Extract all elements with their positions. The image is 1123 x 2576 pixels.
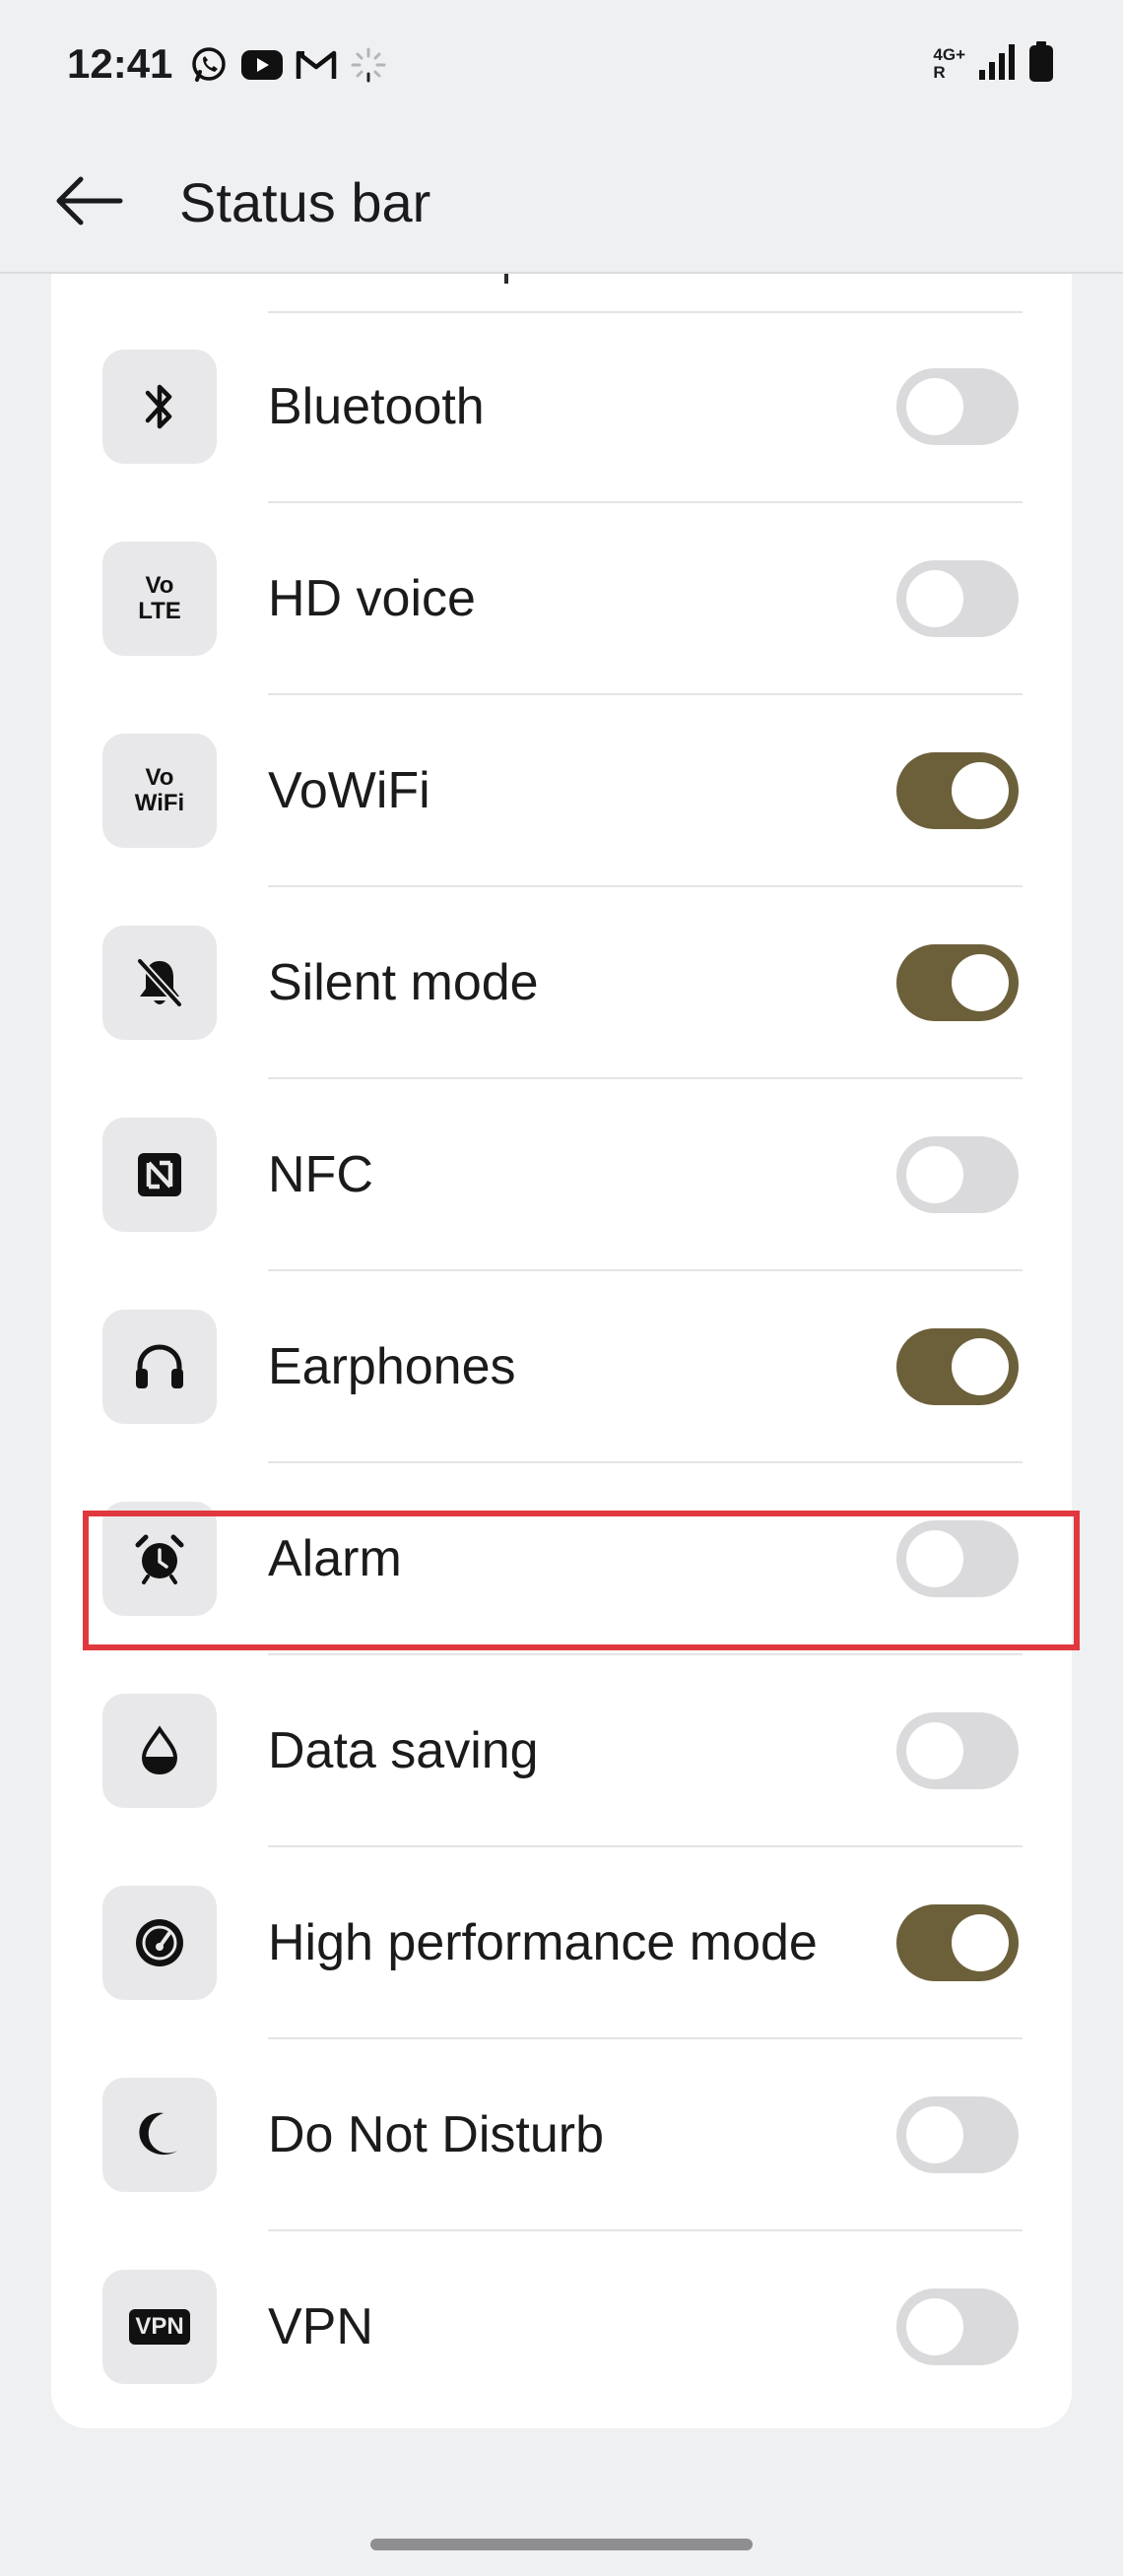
setting-label: Do Not Disturb <box>268 2106 604 2163</box>
system-icons: 4G+ R <box>933 39 1054 89</box>
setting-label: HD voice <box>268 570 476 627</box>
setting-label: NFC <box>268 1146 373 1203</box>
gmail-icon <box>296 48 337 82</box>
whatsapp-icon <box>189 45 229 85</box>
toggle-knob <box>952 1338 1009 1395</box>
toggle-knob <box>952 954 1009 1011</box>
toggle-knob <box>906 1146 963 1203</box>
toggle-knob <box>906 1530 963 1587</box>
bluetooth-toggle[interactable] <box>896 368 1019 445</box>
roaming-label: R <box>933 63 946 82</box>
silent-mode-toggle[interactable] <box>896 944 1019 1021</box>
toggle-knob <box>952 762 1009 819</box>
setting-label: VoWiFi <box>268 762 430 819</box>
vpn-toggle[interactable] <box>896 2288 1019 2365</box>
toggle-knob <box>952 1914 1009 1971</box>
setting-row-earphones[interactable]: Earphones <box>51 1271 1072 1463</box>
alarm-toggle[interactable] <box>896 1520 1019 1597</box>
headphones-icon <box>102 1310 217 1424</box>
setting-row-bluetooth[interactable]: Bluetooth <box>51 311 1072 503</box>
toggle-knob <box>906 2298 963 2355</box>
network-type: 4G+ R <box>933 46 965 82</box>
bluetooth-icon <box>102 350 217 464</box>
vowifi-icon-text-bottom: WiFi <box>134 790 185 816</box>
nfc-toggle[interactable] <box>896 1136 1019 1213</box>
youtube-icon <box>240 47 284 83</box>
data-saving-toggle[interactable] <box>896 1712 1019 1789</box>
app-bar: Status bar <box>0 128 1123 274</box>
setting-row-high-performance-mode[interactable]: High performance mode <box>51 1847 1072 2039</box>
network-type-label: 4G+ <box>933 45 965 64</box>
setting-row-vowifi[interactable]: Vo WiFi VoWiFi <box>51 695 1072 887</box>
setting-label: Silent mode <box>268 954 539 1011</box>
partially-hidden-row <box>268 274 1023 313</box>
page-title: Status bar <box>179 171 431 233</box>
back-button[interactable] <box>43 158 134 248</box>
setting-row-nfc[interactable]: NFC <box>51 1079 1072 1271</box>
vpn-icon-badge: VPN <box>129 2309 190 2345</box>
volte-icon-text-top: Vo <box>145 572 174 599</box>
clock: 12:41 <box>67 40 173 87</box>
setting-row-hd-voice[interactable]: Vo LTE HD voice <box>51 503 1072 695</box>
vowifi-icon-text-top: Vo <box>145 764 174 791</box>
do-not-disturb-toggle[interactable] <box>896 2096 1019 2173</box>
vpn-icon: VPN <box>102 2270 217 2384</box>
status-bar-icons-list: Bluetooth Vo LTE HD voice Vo WiFi VoWiFi <box>51 274 1072 2428</box>
setting-row-alarm[interactable]: Alarm <box>51 1463 1072 1655</box>
system-status-bar: 12:41 4G+ R <box>0 0 1123 128</box>
battery-icon <box>1028 40 1054 88</box>
signal-icon <box>977 42 1017 87</box>
toggle-knob <box>906 2106 963 2163</box>
setting-label: High performance mode <box>268 1914 818 1971</box>
setting-row-silent-mode[interactable]: Silent mode <box>51 887 1072 1079</box>
high-performance-mode-toggle[interactable] <box>896 1904 1019 1981</box>
setting-label: Bluetooth <box>268 378 485 435</box>
moon-icon <box>102 2078 217 2192</box>
partial-label-glyph <box>504 274 524 284</box>
volte-icon: Vo LTE <box>102 542 217 656</box>
loading-icon <box>349 45 388 85</box>
toggle-knob <box>906 378 963 435</box>
setting-label: Data saving <box>268 1722 539 1779</box>
setting-row-data-saving[interactable]: Data saving <box>51 1655 1072 1847</box>
speedometer-icon <box>102 1886 217 2000</box>
setting-label: Earphones <box>268 1338 516 1395</box>
setting-label: VPN <box>268 2298 373 2355</box>
setting-label: Alarm <box>268 1530 402 1587</box>
alarm-clock-icon <box>102 1502 217 1616</box>
volte-icon-text-bottom: LTE <box>138 598 181 624</box>
vowifi-icon: Vo WiFi <box>102 734 217 848</box>
earphones-toggle[interactable] <box>896 1328 1019 1405</box>
hd-voice-toggle[interactable] <box>896 560 1019 637</box>
toggle-knob <box>906 570 963 627</box>
setting-row-do-not-disturb[interactable]: Do Not Disturb <box>51 2039 1072 2231</box>
vowifi-toggle[interactable] <box>896 752 1019 829</box>
bell-off-icon <box>102 926 217 1040</box>
toggle-knob <box>906 1722 963 1779</box>
water-drop-icon <box>102 1694 217 1808</box>
setting-row-vpn[interactable]: VPN VPN <box>51 2231 1072 2423</box>
back-arrow-icon <box>53 173 124 233</box>
notification-icons <box>189 43 388 87</box>
home-indicator[interactable] <box>370 2539 753 2550</box>
nfc-icon <box>102 1118 217 1232</box>
